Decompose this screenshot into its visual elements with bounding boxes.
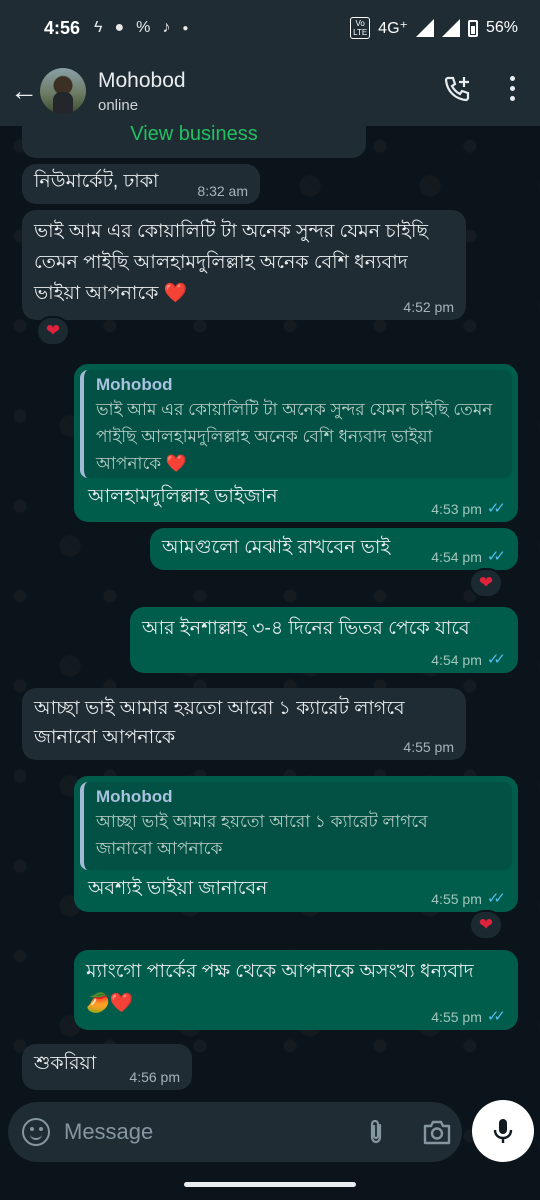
message-composer — [8, 1102, 462, 1162]
message-time: 4:55 pm — [431, 891, 482, 907]
read-receipt-icon: ✓✓ — [486, 890, 506, 907]
message-incoming[interactable]: শুকরিয়া 4:56 pm — [22, 1044, 192, 1090]
message-text: আর ইনশাল্লাহ ৩-৪ দিনের ভিতর পেকে যাবে — [142, 618, 470, 639]
message-text: শুকরিয়া — [34, 1053, 97, 1074]
heart-reaction-icon[interactable]: ❤ — [469, 910, 503, 940]
message-time: 4:56 pm — [129, 1069, 180, 1085]
view-business-link[interactable]: View business — [22, 118, 366, 158]
message-time: 4:55 pm — [431, 1009, 482, 1025]
message-text: নিউমার্কেট, ঢাকা — [34, 171, 159, 192]
add-call-icon[interactable] — [442, 74, 472, 104]
avatar[interactable] — [40, 68, 86, 114]
microphone-button[interactable] — [472, 1100, 534, 1162]
read-receipt-icon: ✓✓ — [486, 1008, 506, 1025]
message-text: আচ্ছা ভাই আমার হয়তো আরো ১ ক্যারেট লাগবে… — [34, 698, 405, 748]
microphone-icon — [493, 1119, 513, 1143]
quoted-text: ভাই আম এর কোয়ালিটি টা অনেক সুন্দর যেমন … — [96, 400, 493, 473]
emoji-sticker-icon[interactable] — [22, 1118, 50, 1146]
signal-icon — [415, 19, 434, 37]
message-time: 4:52 pm — [403, 299, 454, 315]
contact-info[interactable]: Mohobod online — [98, 69, 186, 114]
status-bar: 4:56 ϟ ● % ♪ ● Vo LTE 4G⁺ 56% — [0, 0, 540, 56]
message-text: আমগুলো মেঝাই রাখবেন ভাই — [162, 537, 391, 558]
more-options-icon[interactable] — [500, 76, 524, 106]
quoted-message[interactable]: Mohobod আচ্ছা ভাই আমার হয়তো আরো ১ ক্যার… — [80, 782, 512, 870]
signal-icon-2 — [441, 19, 460, 37]
back-arrow-icon[interactable]: ← — [10, 77, 38, 105]
percent-icon: % — [136, 19, 151, 36]
message-time: 4:54 pm — [431, 549, 482, 565]
battery-icon — [467, 19, 478, 37]
message-outgoing[interactable]: Mohobod ভাই আম এর কোয়ালিটি টা অনেক সুন্… — [74, 364, 518, 522]
quoted-text: আচ্ছা ভাই আমার হয়তো আরো ১ ক্যারেট লাগবে… — [96, 812, 428, 858]
read-receipt-icon: ✓✓ — [486, 500, 506, 517]
network-type: 4G⁺ — [378, 20, 408, 37]
quoted-sender: Mohobod — [96, 787, 173, 806]
message-outgoing[interactable]: Mohobod আচ্ছা ভাই আমার হয়তো আরো ১ ক্যার… — [74, 776, 518, 912]
camera-icon[interactable] — [422, 1118, 452, 1146]
dot-icon: ● — [182, 22, 189, 34]
heart-reaction-icon[interactable]: ❤ — [36, 316, 70, 346]
messenger-icon: ϟ — [94, 19, 103, 36]
message-text: ভাই আম এর কোয়ালিটি টা অনেক সুন্দর যেমন … — [34, 221, 428, 304]
message-time: 8:32 am — [197, 183, 248, 199]
chat-bubble-icon: ● — [114, 19, 125, 36]
message-time: 4:55 pm — [403, 739, 454, 755]
battery-level: 56% — [485, 19, 518, 36]
chat-header: ← Mohobod online — [0, 56, 540, 126]
contact-name: Mohobod — [98, 68, 186, 92]
message-incoming[interactable]: আচ্ছা ভাই আমার হয়তো আরো ১ ক্যারেট লাগবে… — [22, 688, 466, 760]
message-incoming[interactable]: ভাই আম এর কোয়ালিটি টা অনেক সুন্দর যেমন … — [22, 210, 466, 320]
message-outgoing[interactable]: ম্যাংগো পার্কের পক্ষ থেকে আপনাকে অসংখ্য … — [74, 950, 518, 1030]
message-time: 4:54 pm — [431, 652, 482, 668]
attach-icon[interactable] — [364, 1118, 388, 1146]
home-indicator[interactable] — [184, 1182, 356, 1187]
message-outgoing[interactable]: আর ইনশাল্লাহ ৩-৪ দিনের ভিতর পেকে যাবে 4:… — [130, 607, 518, 673]
message-incoming[interactable]: নিউমার্কেট, ঢাকা 8:32 am — [22, 164, 260, 204]
volte-icon: Vo LTE — [350, 17, 371, 39]
message-input[interactable] — [64, 1119, 344, 1145]
message-time: 4:53 pm — [431, 501, 482, 517]
clock: 4:56 — [44, 17, 81, 38]
read-receipt-icon: ✓✓ — [486, 548, 506, 565]
heart-reaction-icon[interactable]: ❤ — [469, 568, 503, 598]
message-outgoing[interactable]: আমগুলো মেঝাই রাখবেন ভাই 4:54 pm ✓✓ — [150, 528, 518, 570]
quoted-sender: Mohobod — [96, 375, 173, 394]
quoted-message[interactable]: Mohobod ভাই আম এর কোয়ালিটি টা অনেক সুন্… — [80, 370, 512, 478]
contact-status: online — [98, 96, 139, 114]
tiktok-icon: ♪ — [162, 19, 171, 36]
read-receipt-icon: ✓✓ — [486, 651, 506, 668]
